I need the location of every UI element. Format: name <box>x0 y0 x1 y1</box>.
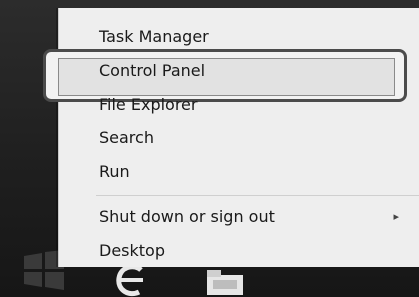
control-panel-highlight-outline <box>43 49 407 102</box>
file-explorer-icon[interactable] <box>205 267 245 297</box>
menu-item-search[interactable]: Search <box>99 122 154 154</box>
menu-item-file-explorer[interactable]: File Explorer <box>99 89 197 121</box>
menu-item-run[interactable]: Run <box>99 156 130 188</box>
menu-item-task-manager[interactable]: Task Manager <box>99 21 209 53</box>
quick-link-menu: Task Manager Control Panel File Explorer… <box>43 8 419 267</box>
menu-item-control-panel[interactable]: Control Panel <box>99 55 205 87</box>
chevron-right-icon: ▸ <box>393 210 399 223</box>
menu-item-desktop[interactable]: Desktop <box>99 235 165 267</box>
internet-explorer-icon[interactable] <box>113 262 151 297</box>
menu-item-shut-down[interactable]: Shut down or sign out <box>99 201 275 233</box>
menu-separator <box>96 195 419 196</box>
